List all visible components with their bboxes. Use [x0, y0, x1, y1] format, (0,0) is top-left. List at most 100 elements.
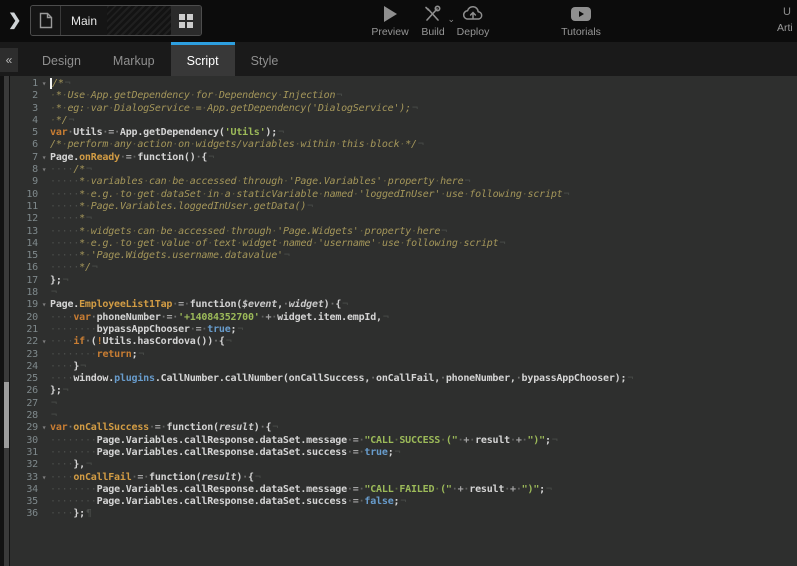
code-line-content[interactable]: ·····*¬: [50, 213, 797, 225]
fold-marker-icon[interactable]: ▾: [38, 152, 50, 164]
fold-gutter: [38, 349, 50, 361]
line-number[interactable]: 23: [10, 349, 38, 361]
line-number[interactable]: 22: [10, 336, 38, 348]
line-number[interactable]: 20: [10, 312, 38, 324]
code-line-content[interactable]: ·····*·variables·can·be·accessed·through…: [50, 176, 797, 188]
line-number[interactable]: 13: [10, 226, 38, 238]
eol-marker: ¬: [336, 90, 342, 101]
code-line-content[interactable]: ····/*¬: [50, 164, 797, 176]
collapse-panel-icon[interactable]: «: [0, 48, 18, 72]
line-number[interactable]: 2: [10, 90, 38, 102]
code-line-content[interactable]: var·onCallSuccess·=·function(result)·{¬: [50, 422, 797, 434]
line-number[interactable]: 21: [10, 324, 38, 336]
deploy-button[interactable]: Deploy: [441, 4, 505, 38]
line-number[interactable]: 27: [10, 398, 38, 410]
line-number[interactable]: 5: [10, 127, 38, 139]
code-line-content[interactable]: ····window.plugins.CallNumber.callNumber…: [50, 373, 797, 385]
tutorials-button[interactable]: Tutorials: [549, 4, 613, 38]
fold-marker-icon[interactable]: ▾: [38, 336, 50, 348]
code-line-content[interactable]: ········Page.Variables.callResponse.data…: [50, 447, 797, 459]
fold-marker-icon[interactable]: ▾: [38, 78, 50, 90]
code-line-content[interactable]: var·Utils·=·App.getDependency('Utils');¬: [50, 127, 797, 139]
code-line-content[interactable]: ········bypassAppChooser·=·true;¬: [50, 324, 797, 336]
fold-marker-icon[interactable]: ▾: [38, 164, 50, 176]
code-line-content[interactable]: ········return;¬: [50, 349, 797, 361]
code-line-content[interactable]: ·····*·Page.Variables.loggedInUser.getDa…: [50, 201, 797, 213]
line-number[interactable]: 30: [10, 435, 38, 447]
tab-script[interactable]: Script: [171, 42, 235, 76]
code-line-content[interactable]: ········Page.Variables.callResponse.data…: [50, 435, 797, 447]
code-line-content[interactable]: ·*/¬: [50, 115, 797, 127]
line-number[interactable]: 16: [10, 262, 38, 274]
fold-marker-icon[interactable]: ▾: [38, 299, 50, 311]
tab-design[interactable]: Design: [26, 42, 97, 76]
tab-style[interactable]: Style: [235, 42, 295, 76]
code-line-content[interactable]: ····onCallFail·=·function(result)·{¬: [50, 472, 797, 484]
deploy-cloud-upload-icon: [462, 4, 484, 24]
line-number[interactable]: 4: [10, 115, 38, 127]
code-line-content[interactable]: ·····*·e.g.·to·get·dataSet·in·a·staticVa…: [50, 189, 797, 201]
left-rail-scrollbar-thumb[interactable]: [4, 382, 9, 448]
fold-marker-icon[interactable]: ▾: [38, 422, 50, 434]
line-number[interactable]: 10: [10, 189, 38, 201]
code-line-content[interactable]: };¬: [50, 385, 797, 397]
code-line-content[interactable]: ¬: [50, 398, 797, 410]
line-number[interactable]: 14: [10, 238, 38, 250]
code-line-content[interactable]: /*¬: [50, 78, 797, 90]
code-line-content[interactable]: ····}¬: [50, 361, 797, 373]
eol-marker: ¬: [412, 103, 418, 114]
line-number[interactable]: 36: [10, 508, 38, 520]
line-number[interactable]: 18: [10, 287, 38, 299]
code-line-content[interactable]: ·*·Use·App.getDependency·for·Dependency·…: [50, 90, 797, 102]
line-number[interactable]: 31: [10, 447, 38, 459]
code-line-content[interactable]: ¬: [50, 410, 797, 422]
line-number[interactable]: 26: [10, 385, 38, 397]
code-line-content[interactable]: Page.onReady·=·function()·{¬: [50, 152, 797, 164]
tab-markup[interactable]: Markup: [97, 42, 171, 76]
code-line-content[interactable]: ·····*·e.g.·to·get·value·of·text·widget·…: [50, 238, 797, 250]
line-number[interactable]: 29: [10, 422, 38, 434]
code-line-content[interactable]: ····};¶: [50, 508, 797, 520]
code-line-content[interactable]: ·····*/¬: [50, 262, 797, 274]
line-number[interactable]: 19: [10, 299, 38, 311]
fold-marker-icon[interactable]: ▾: [38, 472, 50, 484]
code-line-content[interactable]: /*·perform·any·action·on·widgets/variabl…: [50, 139, 797, 151]
line-number[interactable]: 9: [10, 176, 38, 188]
code-line-content[interactable]: ········Page.Variables.callResponse.data…: [50, 484, 797, 496]
page-selector-label: Main: [61, 6, 107, 35]
code-line-content[interactable]: Page.EmployeeList1Tap·=·function($event,…: [50, 299, 797, 311]
code-area[interactable]: 1▾/*¬2·*·Use·App.getDependency·for·Depen…: [10, 76, 797, 566]
line-number[interactable]: 11: [10, 201, 38, 213]
pages-grid-button[interactable]: [171, 6, 201, 35]
line-number[interactable]: 3: [10, 103, 38, 115]
code-line-content[interactable]: ····},¬: [50, 459, 797, 471]
line-number[interactable]: 7: [10, 152, 38, 164]
line-number[interactable]: 24: [10, 361, 38, 373]
line-number[interactable]: 34: [10, 484, 38, 496]
line-number[interactable]: 17: [10, 275, 38, 287]
line-number[interactable]: 25: [10, 373, 38, 385]
line-number[interactable]: 33: [10, 472, 38, 484]
line-number[interactable]: 6: [10, 139, 38, 151]
line-number[interactable]: 12: [10, 213, 38, 225]
code-line-content[interactable]: ¬: [50, 287, 797, 299]
line-number[interactable]: 8: [10, 164, 38, 176]
expand-nav-icon[interactable]: ❯: [8, 10, 26, 32]
left-rail-track: [4, 76, 9, 566]
eol-marker: ¬: [418, 139, 424, 150]
code-line-content[interactable]: ·*·eg:·var·DialogService·=·App.getDepend…: [50, 103, 797, 115]
code-line-content[interactable]: ····if·(!Utils.hasCordova())·{¬: [50, 336, 797, 348]
code-line-content[interactable]: ·····*·widgets·can·be·accessed·through·'…: [50, 226, 797, 238]
line-number[interactable]: 15: [10, 250, 38, 262]
code-line-content[interactable]: ·····*·'Page.Widgets.username.datavalue'…: [50, 250, 797, 262]
code-line-content[interactable]: };¬: [50, 275, 797, 287]
line-number[interactable]: 28: [10, 410, 38, 422]
page-selector[interactable]: Main: [30, 5, 202, 36]
code-line: 29▾var·onCallSuccess·=·function(result)·…: [10, 422, 797, 434]
line-number[interactable]: 1: [10, 78, 38, 90]
line-number[interactable]: 35: [10, 496, 38, 508]
code-line-content[interactable]: ····var·phoneNumber·=·'+14084352700'·+·w…: [50, 312, 797, 324]
artifact-button-partial[interactable]: U Arti: [777, 6, 797, 34]
code-line-content[interactable]: ········Page.Variables.callResponse.data…: [50, 496, 797, 508]
line-number[interactable]: 32: [10, 459, 38, 471]
